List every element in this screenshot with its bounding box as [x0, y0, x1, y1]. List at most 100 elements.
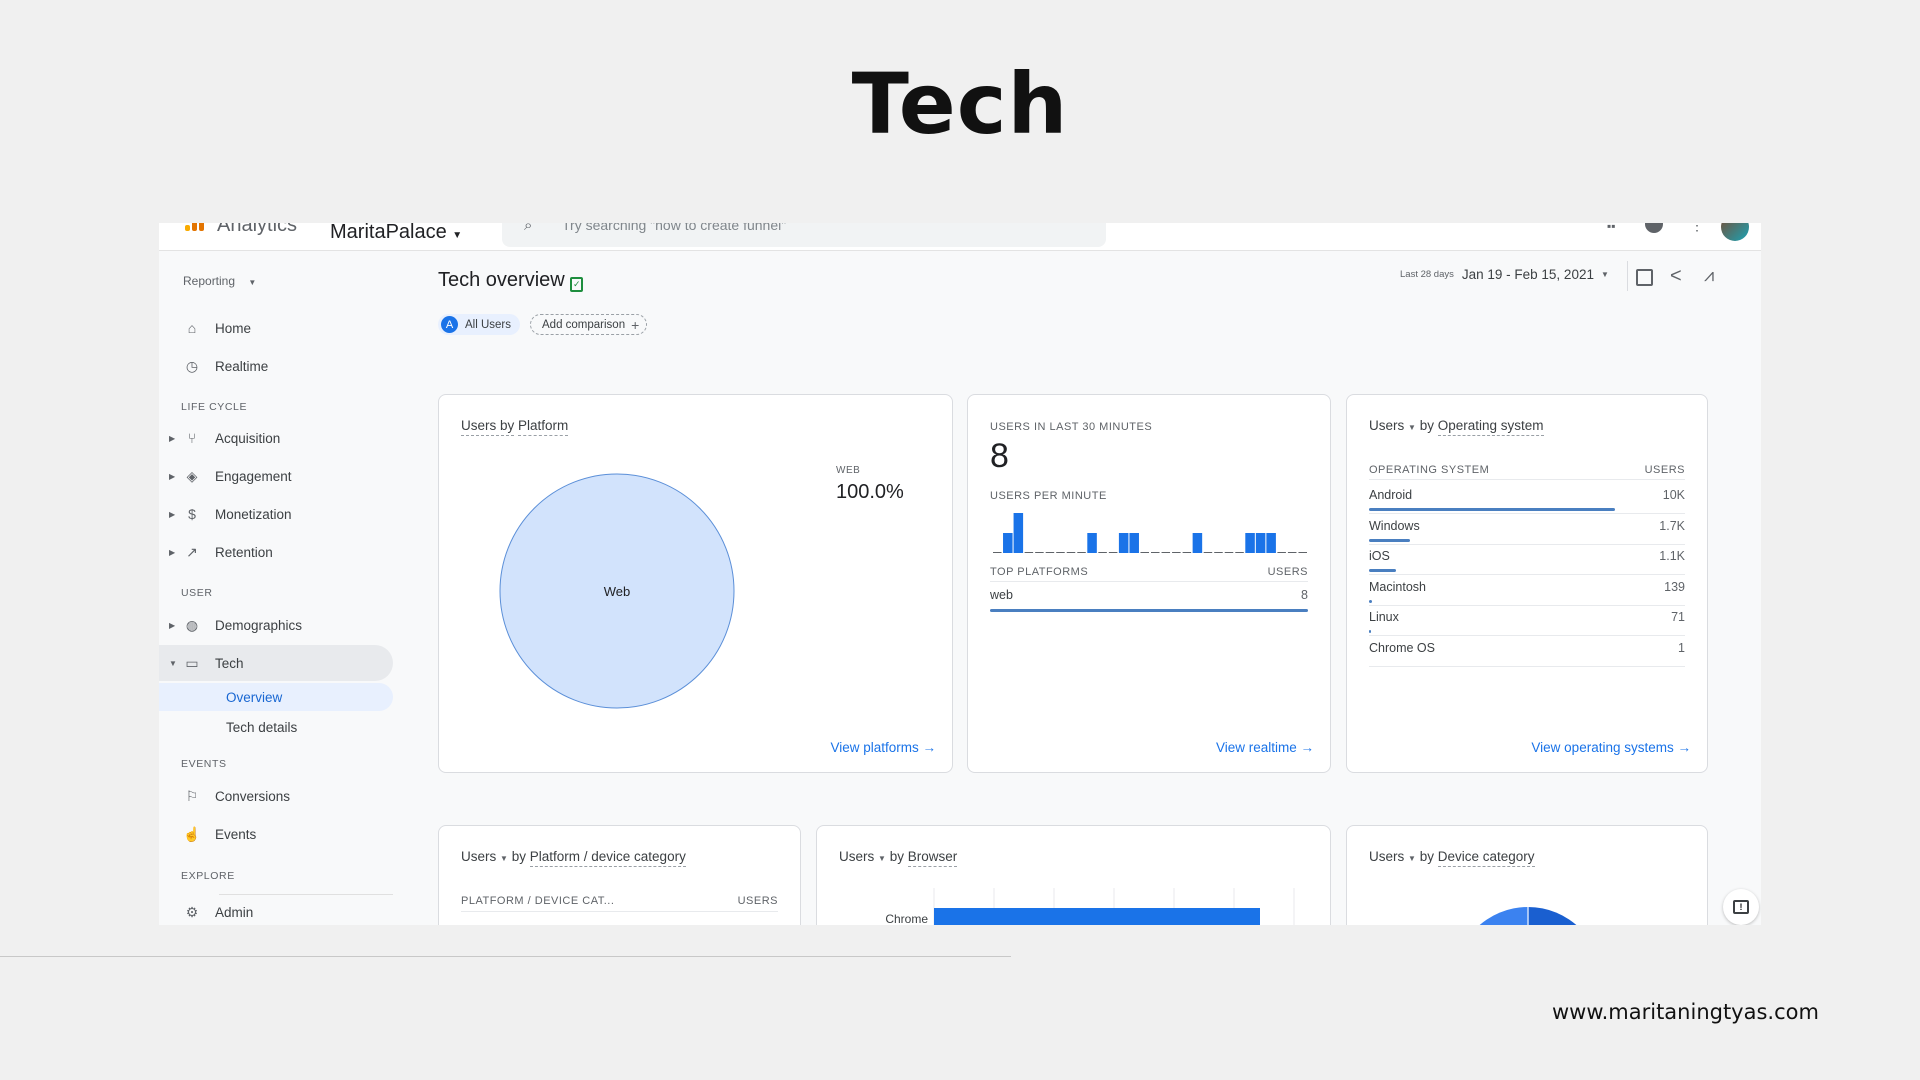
- chevron-right-icon: ▶: [169, 471, 176, 481]
- more-options-icon[interactable]: ⋮: [1690, 223, 1704, 234]
- table-header-os: OPERATING SYSTEM: [1369, 464, 1490, 476]
- card-users-by-platform: Users by Platform Web WEB 100.0% View pl…: [438, 394, 953, 773]
- row-name: iOS: [1369, 549, 1390, 563]
- globe-icon: ◍: [185, 616, 199, 633]
- caret-down-icon: ▼: [1408, 423, 1416, 432]
- analytics-logo-icon: [185, 223, 207, 233]
- search-placeholder: Try searching "how to create funnel": [562, 223, 787, 233]
- bar-minute-24: [1245, 533, 1255, 553]
- property-selector[interactable]: MaritaPalace ▼: [330, 223, 462, 244]
- dimension-selector[interactable]: Platform / device category: [529, 849, 686, 867]
- date-range-picker[interactable]: Last 28 days Jan 19 - Feb 15, 2021 ▼: [1400, 267, 1609, 282]
- metric-selector[interactable]: Users: [461, 849, 496, 864]
- row-name: Linux: [1369, 610, 1399, 624]
- avatar[interactable]: [1721, 223, 1749, 241]
- dimension-selector[interactable]: Operating system: [1437, 418, 1544, 436]
- bar-minute-9: [1087, 533, 1097, 553]
- table-row[interactable]: Windows 1.7K: [1369, 515, 1685, 545]
- card-users-by-platform-device: Users ▼ by Platform / device category PL…: [438, 825, 801, 925]
- share-icon[interactable]: <: [1670, 265, 1682, 288]
- chevron-down-icon: ▼: [169, 658, 177, 668]
- metric-selector[interactable]: Users: [1369, 418, 1404, 433]
- insights-icon[interactable]: ⩘: [1704, 265, 1714, 286]
- pie-slice: [1528, 907, 1577, 925]
- analytics-screenshot: Analytics MaritaPalace ▼ ⌕ Try searching…: [159, 223, 1761, 925]
- card-title: Users ▼ by Operating system: [1369, 418, 1544, 436]
- add-comparison-button[interactable]: Add comparison +: [530, 314, 648, 335]
- table-row[interactable]: web 8: [990, 584, 1308, 614]
- table-header-users: USERS: [1267, 566, 1308, 578]
- sidebar-item-demographics[interactable]: ▶ ◍ Demographics: [159, 610, 393, 640]
- table-header-platform-device: PLATFORM / DEVICE CAT...: [461, 895, 615, 907]
- sidebar-item-home[interactable]: ⌂ Home: [159, 313, 393, 343]
- sidebar-item-acquisition[interactable]: ▶ ⑂ Acquisition: [159, 423, 393, 453]
- caret-down-icon: ▼: [500, 854, 508, 863]
- reporting-menu[interactable]: Reporting ▼: [183, 274, 256, 288]
- sidebar-item-events[interactable]: ☝ Events: [159, 819, 393, 849]
- sidebar-item-conversions[interactable]: ⚐ Conversions: [159, 781, 393, 811]
- section-life-cycle: LIFE CYCLE: [181, 401, 248, 413]
- view-platforms-link[interactable]: View platforms →: [830, 740, 936, 755]
- feedback-button[interactable]: !: [1723, 889, 1759, 925]
- platform-pie-chart: Web: [499, 473, 735, 709]
- table-row[interactable]: Android 10K: [1369, 484, 1685, 514]
- row-bar: [1369, 599, 1373, 603]
- row-bar: [1369, 630, 1371, 633]
- apps-icon[interactable]: ▪▪: [1607, 223, 1616, 233]
- home-icon: ⌂: [187, 320, 197, 336]
- table-row[interactable]: Macintosh 139: [1369, 576, 1685, 606]
- comparison-chip-all-users[interactable]: A All Users: [438, 314, 521, 335]
- sidebar-label: Admin: [215, 904, 254, 920]
- comparison-label: All Users: [465, 318, 512, 331]
- users-per-minute-chart: [993, 513, 1307, 553]
- legend-label: WEB: [836, 465, 861, 476]
- row-value: 1: [1678, 640, 1685, 655]
- arrow-right-icon: →: [922, 740, 937, 755]
- divider: [461, 911, 778, 912]
- arrow-right-icon: →: [1300, 740, 1315, 755]
- date-range-value: Jan 19 - Feb 15, 2021: [1461, 267, 1594, 282]
- divider: [1369, 479, 1685, 480]
- sidebar-item-monetization[interactable]: ▶ $ Monetization: [159, 499, 393, 529]
- chevron-right-icon: ▶: [169, 509, 176, 519]
- search-input[interactable]: ⌕ Try searching "how to create funnel": [502, 223, 1106, 247]
- section-explore: EXPLORE: [181, 870, 235, 882]
- view-operating-systems-link[interactable]: View operating systems →: [1531, 740, 1691, 755]
- verified-report-icon: ✓: [570, 277, 584, 292]
- sidebar-label: Engagement: [215, 468, 292, 484]
- row-value: 8: [1301, 588, 1308, 602]
- table-row[interactable]: Linux 71: [1369, 606, 1685, 636]
- sidebar-label: Retention: [215, 544, 273, 560]
- reporting-label: Reporting: [183, 274, 236, 288]
- link-label: View platforms: [830, 740, 919, 755]
- divider-line: [0, 956, 1011, 957]
- help-icon[interactable]: [1645, 223, 1663, 233]
- sidebar-item-retention[interactable]: ▶ ↗ Retention: [159, 537, 393, 567]
- view-realtime-link[interactable]: View realtime →: [1216, 740, 1314, 755]
- footer-url: www.maritaningtyas.com: [1552, 1000, 1819, 1024]
- sidebar-item-overview[interactable]: Overview: [159, 683, 393, 711]
- sidebar-item-engagement[interactable]: ▶ ◈ Engagement: [159, 461, 393, 491]
- caret-down-icon: ▼: [248, 278, 257, 287]
- customize-report-icon[interactable]: [1636, 269, 1653, 286]
- card-users-by-os: Users ▼ by Operating system OPERATING SY…: [1346, 394, 1708, 773]
- realtime-title: USERS IN LAST 30 MINUTES: [990, 421, 1153, 433]
- table-row[interactable]: Chrome OS 1: [1369, 637, 1685, 667]
- search-icon: ⌕: [524, 223, 533, 234]
- bar-chrome: [934, 908, 1260, 925]
- row-value: 1.1K: [1659, 549, 1685, 563]
- row-name: Chrome OS: [1369, 640, 1435, 655]
- tag-icon: ◈: [186, 467, 198, 484]
- sidebar-label: Monetization: [215, 506, 292, 522]
- card-users-by-device-category: Users ▼ by Device category: [1346, 825, 1708, 925]
- row-name: Macintosh: [1369, 579, 1426, 594]
- sidebar-item-tech-details[interactable]: Tech details: [159, 712, 393, 742]
- sidebar-item-tech[interactable]: ▼ ▭ Tech: [159, 645, 393, 681]
- feedback-icon: !: [1733, 900, 1749, 914]
- table-row[interactable]: iOS 1.1K: [1369, 545, 1685, 575]
- property-name: MaritaPalace: [330, 223, 447, 243]
- bar-minute-26: [1266, 533, 1276, 553]
- sidebar-item-admin[interactable]: ⚙ Admin: [159, 897, 393, 925]
- add-comparison-label: Add comparison: [542, 318, 626, 331]
- sidebar-item-realtime[interactable]: ◷ Realtime: [159, 351, 393, 381]
